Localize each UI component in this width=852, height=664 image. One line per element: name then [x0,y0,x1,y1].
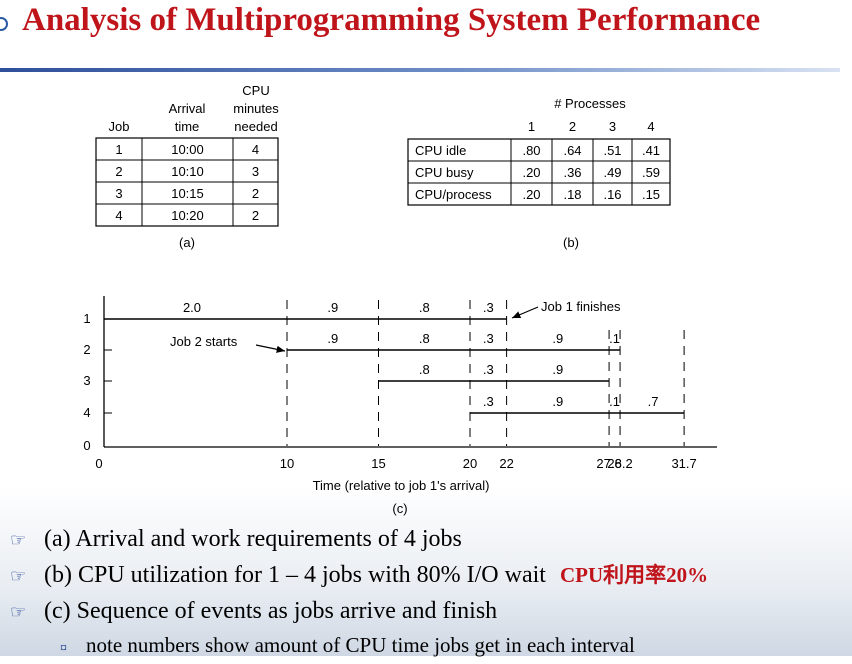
job2-arrow-icon [255,344,286,353]
table-a-header-arrival-2: time [175,119,200,134]
table-b-grid: 1 2 3 4 CPU idle .80 .64 .51 .41 CPU busy .20 .36 .4… [407,119,671,206]
table-b-cell: .15 [642,187,660,202]
table-b-col-header: 3 [609,119,616,134]
table-b-cell: .36 [563,165,581,180]
bullet-a-text: (a) Arrival and work requirements of 4 j… [44,526,462,552]
table-a-grid: 1 10:00 4 2 10:10 3 3 10:15 2 4 10:20 2 [95,137,279,227]
cpu-time-label: .3 [483,394,494,409]
table-b-row-label: CPU idle [415,143,466,158]
x-tick-label: 28.2 [607,456,632,471]
table-a-cell: 4 [252,142,259,157]
table-b-cell: .80 [522,143,540,158]
table-a-cell: 1 [115,142,122,157]
table-a-cell: 3 [252,164,259,179]
cpu-time-label: .3 [483,331,494,346]
cpu-time-label: .8 [419,331,430,346]
x-tick-label: 10 [280,456,294,471]
y-tick-label: 2 [83,342,90,357]
x-tick-label: 31.7 [671,456,696,471]
table-a-header-job: Job [109,119,130,134]
table-b-cell: .49 [603,165,621,180]
table-b-cell: .64 [563,143,581,158]
cpu-time-label: .9 [552,394,563,409]
figure: Job Arrival time CPU minutes needed 1 10:… [83,83,717,516]
table-b-cell: .20 [522,187,540,202]
cpu-time-label: .9 [552,362,563,377]
table-a-cell: 10:20 [171,208,204,223]
pointing-hand-icon: ☞ [10,566,27,586]
cpu-time-label: .7 [648,394,659,409]
cpu-time-label: .9 [552,331,563,346]
table-b-col-header: 4 [647,119,654,134]
table-b-col-header: 1 [528,119,535,134]
table-b-cell: .51 [603,143,621,158]
cpu-time-label: .8 [419,300,430,315]
table-a-cell: 4 [115,208,122,223]
sub-bullet: ¤ note numbers show amount of CPU time jo… [10,630,708,664]
bullet-c-text: (c) Sequence of events as jobs arrive an… [44,598,498,624]
pointing-hand-icon: ☞ [10,530,27,550]
cpu-time-label: .1 [609,331,620,346]
cpu-time-label: .8 [419,362,430,377]
cpu-utilization-note: CPU利用率20% [559,563,709,587]
table-a-cell: 2 [252,208,259,223]
y-tick-label: 4 [83,405,90,420]
y-tick-label: 3 [83,373,90,388]
table-a-cell: 2 [115,164,122,179]
cpu-time-label: 2.0 [183,300,201,315]
square-bullet-icon: ¤ [60,641,67,656]
timeline: 123400 10 15 20 22 27.628.2 31.72.0.9.8.3.9.8.… [83,296,717,516]
x-tick-label: 20 [463,456,477,471]
job2-starts-label: Job 2 starts [170,334,238,349]
bullet-b-text: (b) CPU utilization for 1 – 4 jobs with … [44,562,546,588]
cpu-time-label: .3 [483,362,494,377]
table-b-caption: (b) [563,235,579,250]
cpu-time-label: .3 [483,300,494,315]
x-tick-label: 15 [371,456,385,471]
table-b-header: # Processes [554,96,626,111]
cpu-time-label: .9 [327,300,338,315]
table-a-header-arrival-1: Arrival [169,101,206,116]
timeline-caption: (c) [392,501,407,516]
table-a-cell: 10:10 [171,164,204,179]
table-a: Job Arrival time CPU minutes needed 1 10:… [95,83,279,250]
bullet-b: ☞ (b) CPU utilization for 1 – 4 jobs with… [10,558,708,594]
x-tick-label: 0 [95,456,102,471]
pointing-hand-icon: ☞ [10,602,27,622]
table-a-caption: (a) [179,235,195,250]
table-a-header-cpu-3: needed [234,119,277,134]
x-axis-label: Time (relative to job 1's arrival) [313,478,490,493]
table-b-cell: .18 [563,187,581,202]
cpu-time-label: .1 [609,394,620,409]
table-a-header-cpu-1: CPU [242,83,269,98]
bullet-a: ☞ (a) Arrival and work requirements of 4 … [10,522,708,558]
bullet-c: ☞ (c) Sequence of events as jobs arrive a… [10,594,708,630]
job1-arrow-icon [511,306,539,319]
table-b-cell: .16 [603,187,621,202]
table-a-cell: 10:15 [171,186,204,201]
table-a-cell: 3 [115,186,122,201]
table-b-row-label: CPU busy [415,165,474,180]
cpu-time-label: .9 [327,331,338,346]
sub-bullet-text: note numbers show amount of CPU time job… [86,633,635,657]
table-a-cell: 10:00 [171,142,204,157]
table-b: # Processes 1 2 3 4 CPU idle .80 .64 .51 .41 CPU … [407,96,671,250]
table-b-row-label: CPU/process [415,187,492,202]
table-b-col-header: 2 [569,119,576,134]
table-a-cell: 2 [252,186,259,201]
table-b-cell: .59 [642,165,660,180]
job1-finishes-label: Job 1 finishes [541,299,621,314]
table-a-header-cpu-2: minutes [233,101,279,116]
table-b-cell: .20 [522,165,540,180]
y-tick-label: 1 [83,311,90,326]
x-tick-label: 22 [499,456,513,471]
table-b-cell: .41 [642,143,660,158]
y-tick-label: 0 [83,438,90,453]
bullet-list: ☞ (a) Arrival and work requirements of 4 … [10,522,708,664]
